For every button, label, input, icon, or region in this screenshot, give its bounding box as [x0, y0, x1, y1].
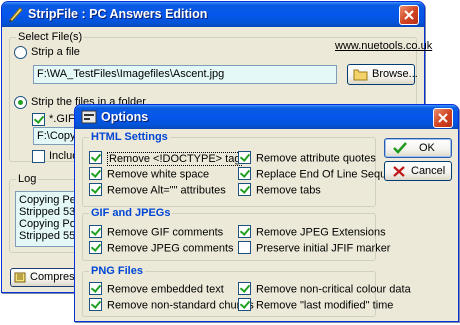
opt-preserve-jfif-label: Preserve initial JFIF marker: [256, 242, 391, 255]
opt-remove-nonstandard-chunks-checkbox[interactable]: [89, 298, 102, 311]
check-icon: [393, 142, 407, 154]
opt-remove-noncritical-colour[interactable]: Remove non-critical colour data: [238, 282, 411, 296]
browse-button[interactable]: Browse...: [347, 64, 418, 85]
log-title: Log: [16, 173, 39, 185]
opt-remove-doctype-checkbox[interactable]: [89, 151, 102, 164]
opt-remove-tabs-checkbox[interactable]: [238, 183, 251, 196]
close-icon: [438, 113, 448, 123]
strip-file-radio[interactable]: [14, 46, 27, 59]
opt-remove-alt-checkbox[interactable]: [89, 183, 102, 196]
gif-jpeg-title: GIF and JPEGs: [89, 207, 173, 219]
close-icon: [404, 10, 414, 20]
opt-remove-gif-comments-label: Remove GIF comments: [107, 226, 224, 239]
main-close-button[interactable]: [399, 5, 419, 25]
opt-remove-nonstandard-chunks[interactable]: Remove non-standard chunks: [89, 298, 254, 312]
cross-icon: [393, 166, 405, 177]
opt-remove-last-modified[interactable]: Remove "last modified" time: [238, 298, 394, 312]
folder-icon: [353, 69, 368, 81]
opt-remove-jpeg-comments-checkbox[interactable]: [89, 241, 102, 254]
opt-remove-gif-comments-checkbox[interactable]: [89, 225, 102, 238]
opt-remove-last-modified-label: Remove "last modified" time: [256, 299, 394, 312]
options-title: Options: [101, 110, 149, 124]
opt-remove-whitespace-checkbox[interactable]: [89, 167, 102, 180]
opt-remove-whitespace[interactable]: Remove white space: [89, 167, 210, 181]
options-close-button[interactable]: [433, 108, 453, 128]
opt-remove-noncritical-colour-label: Remove non-critical colour data: [256, 283, 411, 296]
opt-remove-embedded-text-label: Remove embedded text: [107, 283, 224, 296]
opt-remove-doctype[interactable]: Remove <!DOCTYPE> tag: [89, 151, 243, 166]
strip-file-label[interactable]: Strip a file: [31, 46, 80, 58]
opt-remove-tabs-label: Remove tabs: [256, 184, 321, 197]
compress-label: Compress: [30, 271, 81, 283]
opt-remove-alt-label: Remove Alt="" attributes: [107, 184, 226, 197]
opt-remove-jpeg-comments[interactable]: Remove JPEG comments: [89, 241, 234, 255]
strip-folder-radio[interactable]: [14, 96, 27, 109]
opt-preserve-jfif-checkbox[interactable]: [238, 241, 251, 254]
opt-remove-embedded-text[interactable]: Remove embedded text: [89, 282, 224, 296]
opt-remove-alt[interactable]: Remove Alt="" attributes: [89, 183, 226, 197]
options-app-icon: [81, 110, 97, 124]
file-path-input[interactable]: F:\WA_TestFiles\Imagefiles\Ascent.jpg: [33, 65, 337, 84]
select-files-title: Select File(s): [16, 31, 85, 43]
opt-remove-tabs[interactable]: Remove tabs: [238, 183, 321, 197]
opt-replace-eol-checkbox[interactable]: [238, 167, 251, 180]
png-files-title: PNG Files: [89, 265, 145, 277]
opt-remove-jpeg-comments-label: Remove JPEG comments: [107, 242, 234, 255]
opt-remove-doctype-label: Remove <!DOCTYPE> tag: [107, 151, 243, 166]
opt-remove-attr-quotes-checkbox[interactable]: [238, 151, 251, 164]
compress-icon: [14, 272, 26, 283]
include-checkbox[interactable]: [32, 150, 45, 163]
opt-remove-jpeg-extensions[interactable]: Remove JPEG Extensions: [238, 225, 386, 239]
opt-remove-embedded-text-checkbox[interactable]: [89, 282, 102, 295]
html-settings-title: HTML Settings: [89, 131, 170, 143]
opt-remove-jpeg-extensions-label: Remove JPEG Extensions: [256, 226, 386, 239]
main-titlebar[interactable]: StripFile : PC Answers Edition: [2, 2, 424, 27]
opt-remove-attr-quotes[interactable]: Remove attribute quotes: [238, 151, 376, 165]
options-titlebar[interactable]: Options: [75, 105, 458, 129]
ok-button[interactable]: OK: [384, 138, 452, 158]
options-dialog: Options HTML Settings Remove <!DOCTYPE> …: [74, 104, 459, 322]
browse-label: Browse...: [372, 68, 418, 80]
compress-button[interactable]: Compress: [10, 268, 80, 287]
stripfile-app-icon: [9, 7, 23, 22]
opt-remove-whitespace-label: Remove white space: [107, 168, 210, 181]
opt-remove-nonstandard-chunks-label: Remove non-standard chunks: [107, 299, 254, 312]
cancel-button[interactable]: Cancel: [384, 161, 452, 181]
main-title: StripFile : PC Answers Edition: [28, 7, 208, 21]
cancel-label: Cancel: [411, 165, 446, 177]
opt-remove-noncritical-colour-checkbox[interactable]: [238, 282, 251, 295]
opt-remove-last-modified-checkbox[interactable]: [238, 298, 251, 311]
opt-remove-gif-comments[interactable]: Remove GIF comments: [89, 225, 224, 239]
opt-remove-jpeg-extensions-checkbox[interactable]: [238, 225, 251, 238]
gif-filter-label[interactable]: *.GIF: [49, 113, 75, 125]
gif-filter-checkbox[interactable]: [32, 113, 45, 126]
opt-remove-attr-quotes-label: Remove attribute quotes: [256, 152, 376, 165]
ok-label: OK: [419, 142, 435, 154]
opt-preserve-jfif[interactable]: Preserve initial JFIF marker: [238, 241, 391, 255]
website-link[interactable]: www.nuetools.co.uk: [335, 40, 432, 52]
